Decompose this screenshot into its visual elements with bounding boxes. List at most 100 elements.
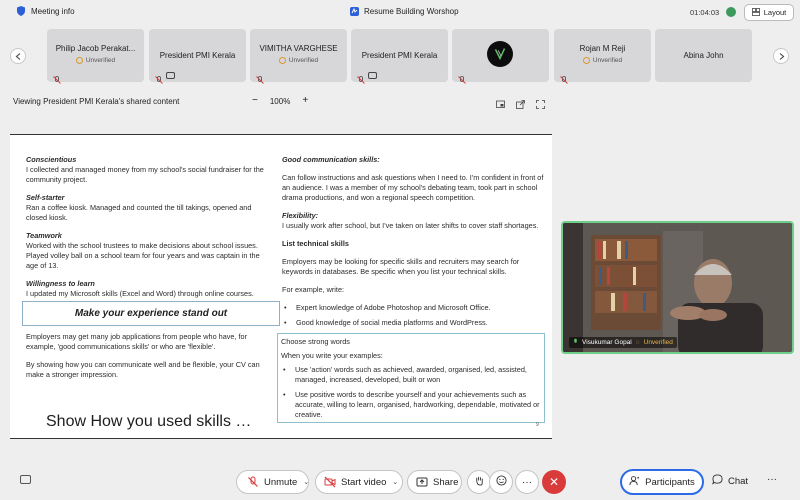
picture-in-picture-icon[interactable] [496, 96, 505, 108]
participant-tile[interactable]: VIMITHA VARGHESE Unverified [250, 29, 347, 84]
unmute-label: Unmute [264, 476, 298, 488]
slide-big-heading: Show How you used skills … [46, 413, 252, 430]
section-heading: Teamwork [26, 231, 62, 240]
layout-button[interactable]: Layout [744, 4, 794, 21]
pop-out-icon[interactable] [516, 96, 525, 109]
video-feed-image [563, 223, 792, 352]
participants-button[interactable]: Participants [620, 469, 704, 495]
list-item: Use positive words to describe yourself … [281, 390, 541, 420]
mic-off-icon [560, 71, 568, 84]
chevron-right-icon [779, 52, 784, 60]
mic-off-icon [357, 71, 365, 84]
tech-skills-list: Expert knowledge of Adobe Photoshop and … [282, 303, 547, 328]
top-bar: Meeting info Resume Building Worshop 01:… [0, 0, 800, 25]
participant-name: President PMI Kerala [361, 51, 438, 60]
section-text: Worked with the school trustees to make … [26, 241, 260, 270]
strong-words-box: Choose strong words When you write your … [277, 333, 545, 423]
avatar [487, 41, 513, 67]
chevron-left-icon [15, 52, 20, 60]
speaker-name-label: Visukumar Gopal ◌ Unverified [569, 337, 677, 348]
participant-name: VIMITHA VARGHESE [259, 44, 338, 53]
meeting-toolbar: Unmute ⌄ Start video ⌄ Share ··· ✕ Parti… [0, 466, 800, 500]
section-heading: List technical skills [282, 239, 349, 248]
start-video-button[interactable]: Start video ⌄ [315, 470, 403, 494]
participant-tile[interactable]: Philip Jacob Perakat... Unverified [47, 29, 144, 84]
layout-label: Layout [763, 8, 787, 17]
smiley-icon [495, 475, 507, 489]
participant-tile[interactable]: Rojan M Reji Unverified [554, 29, 651, 84]
raise-hand-button[interactable] [467, 470, 491, 494]
section-text: For example, write: [282, 285, 345, 294]
section-text: I updated my Microsoft skills (Excel and… [26, 289, 254, 298]
zoom-in-button[interactable]: + [302, 96, 308, 106]
mic-off-icon [155, 71, 163, 84]
chevron-down-icon[interactable]: ⌄ [303, 478, 309, 486]
warning-icon: ◌ [635, 339, 640, 346]
meeting-info-button[interactable]: Meeting info [17, 6, 75, 16]
unverified-label: Unverified [592, 57, 623, 64]
unverified-badge: Unverified [250, 57, 347, 64]
view-controls [496, 96, 545, 109]
section-text: I usually work after school, but I've ta… [282, 221, 539, 230]
participant-tile[interactable] [452, 29, 549, 84]
unmute-button[interactable]: Unmute ⌄ [236, 470, 309, 494]
participant-name: Abina John [683, 51, 724, 60]
share-status-label: Viewing President PMI Kerala's shared co… [13, 97, 180, 106]
hand-icon [474, 475, 485, 489]
mic-off-icon [247, 476, 259, 488]
zoom-level: 100% [269, 96, 291, 106]
share-button[interactable]: Share [407, 470, 462, 494]
section-heading: Flexibility: [282, 211, 319, 220]
unverified-label: Unverified [288, 57, 319, 64]
speaker-name: Visukumar Gopal [582, 339, 632, 346]
mic-icon [573, 338, 578, 347]
unverified-label: Unverified [85, 57, 116, 64]
more-options-button[interactable]: ··· [515, 470, 539, 494]
stand-out-heading: Make your experience stand out [22, 301, 280, 326]
zoom-out-button[interactable]: − [252, 96, 258, 106]
mic-off-icon [256, 71, 264, 84]
chat-label: Chat [728, 475, 749, 487]
participant-tile[interactable]: President PMI Kerala [149, 29, 246, 84]
document-left-column: Conscientious I collected and managed mo… [22, 155, 280, 388]
participant-tile[interactable]: President PMI Kerala [351, 29, 448, 84]
list-item: Use 'action' words such as achieved, awa… [281, 365, 541, 385]
section-heading: Choose strong words [281, 337, 350, 346]
meeting-title: Resume Building Worshop [350, 7, 459, 16]
meeting-timer: 01:04:03 [690, 8, 720, 17]
share-screen-icon [416, 476, 428, 488]
list-item: Expert knowledge of Adobe Photoshop and … [282, 303, 547, 313]
fullscreen-icon[interactable] [536, 96, 545, 109]
participant-name: Rojan M Reji [579, 44, 626, 53]
active-speaker-video[interactable]: Visukumar Gopal ◌ Unverified [561, 221, 794, 354]
more-icon: ··· [522, 476, 532, 488]
meeting-info-label: Meeting info [31, 6, 75, 16]
captions-icon[interactable] [20, 475, 31, 484]
scroll-left-button[interactable] [10, 48, 26, 64]
more-actions-button[interactable]: ··· [767, 474, 777, 485]
section-heading: Conscientious [26, 155, 77, 164]
reactions-button[interactable] [489, 470, 513, 494]
page-number: 9 [536, 422, 539, 428]
document-right-column: Good communication skills: Can follow in… [277, 155, 547, 423]
close-icon: ✕ [548, 475, 560, 489]
chevron-down-icon[interactable]: ⌄ [392, 478, 398, 486]
list-item: Good knowledge of social media platforms… [282, 318, 547, 328]
leave-meeting-button[interactable]: ✕ [542, 470, 566, 494]
section-text: Can follow instructions and ask question… [282, 173, 544, 202]
shared-document[interactable]: Conscientious I collected and managed mo… [10, 134, 552, 439]
chat-button[interactable]: Chat [712, 474, 748, 488]
screen-share-icon [166, 72, 175, 79]
warning-icon [582, 57, 590, 64]
logo-icon [494, 48, 506, 61]
zoom-control: − 100% + [252, 96, 308, 106]
scroll-right-button[interactable] [773, 48, 789, 64]
participants-label: Participants [645, 476, 695, 488]
meeting-title-text: Resume Building Worshop [364, 7, 459, 16]
section-text: By showing how you can communicate well … [26, 360, 260, 379]
meeting-app-icon [350, 7, 359, 16]
section-heading: Willingness to learn [26, 279, 95, 288]
section-text: I collected and managed money from my sc… [26, 165, 264, 184]
connection-status-icon[interactable] [726, 7, 736, 17]
participant-tile[interactable]: Abina John [655, 29, 752, 82]
